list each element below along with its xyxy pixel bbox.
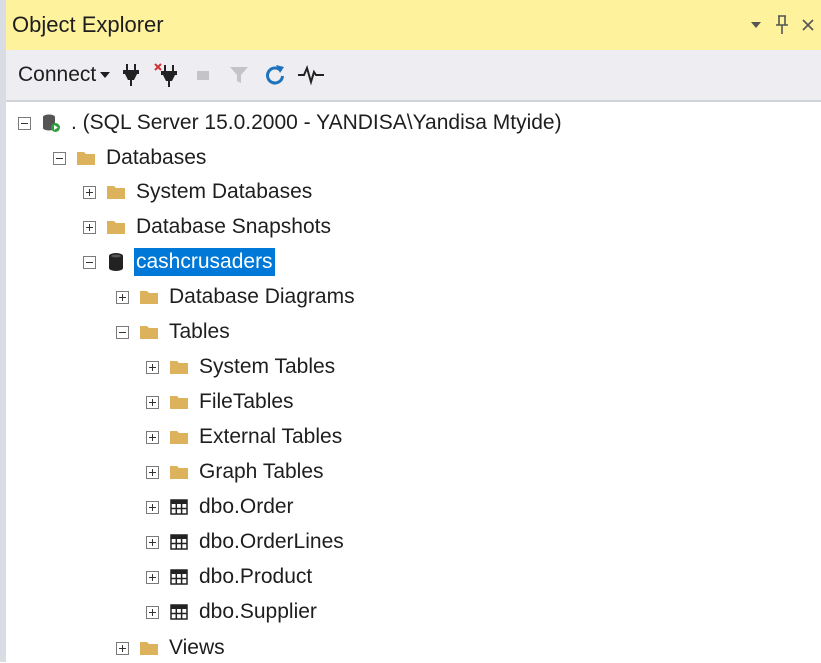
tree-node-database-snapshots[interactable]: Database Snapshots	[83, 212, 333, 242]
server-label: . (SQL Server 15.0.2000 - YANDISA\Yandis…	[71, 111, 562, 134]
close-button[interactable]	[795, 12, 821, 38]
expand-toggle[interactable]	[146, 360, 159, 374]
folder-icon	[168, 427, 190, 447]
folder-icon	[138, 322, 160, 342]
tree-node-dbo-supplier[interactable]: dbo.Supplier	[146, 597, 319, 627]
database-icon	[105, 252, 127, 272]
collapse-toggle[interactable]	[83, 255, 96, 269]
activity-monitor-icon	[298, 65, 325, 86]
table-icon	[168, 567, 190, 587]
table-icon	[168, 532, 190, 552]
external-tables-label: External Tables	[199, 425, 343, 448]
collapse-toggle[interactable]	[53, 151, 66, 165]
filter-button[interactable]	[224, 60, 254, 90]
server-icon	[40, 113, 62, 133]
tree-node-dbo-orderlines[interactable]: dbo.OrderLines	[146, 527, 346, 557]
graph-tables-label: Graph Tables	[199, 460, 324, 483]
tree-node-server[interactable]: . (SQL Server 15.0.2000 - YANDISA\Yandis…	[18, 108, 564, 138]
object-explorer-tree: . (SQL Server 15.0.2000 - YANDISA\Yandis…	[6, 102, 821, 662]
refresh-icon	[266, 65, 285, 85]
stop-icon	[197, 71, 210, 80]
stop-button[interactable]	[188, 60, 218, 90]
tree-node-filetables[interactable]: FileTables	[146, 387, 296, 417]
disconnect-plug-icon	[154, 63, 178, 87]
folder-icon	[168, 357, 190, 377]
tree-node-databases[interactable]: Databases	[53, 143, 208, 173]
databases-label: Databases	[106, 146, 207, 169]
panel-title: Object Explorer	[12, 12, 164, 37]
caret-down-icon	[100, 68, 111, 82]
folder-icon	[138, 287, 160, 307]
connect-plug-icon	[123, 64, 140, 86]
dbo-supplier-label: dbo.Supplier	[199, 600, 317, 623]
cashcrusaders-label: cashcrusaders	[134, 248, 275, 276]
system-tables-label: System Tables	[199, 355, 336, 378]
tree-node-tables[interactable]: Tables	[116, 317, 232, 347]
expand-toggle[interactable]	[116, 290, 129, 304]
tree-node-dbo-order[interactable]: dbo.Order	[146, 492, 296, 522]
object-explorer-title-bar: Object Explorer	[6, 0, 821, 50]
tree-node-system-tables[interactable]: System Tables	[146, 352, 337, 382]
expand-toggle[interactable]	[146, 605, 159, 619]
connect-label: Connect	[18, 63, 97, 86]
tree-node-views[interactable]: Views	[116, 633, 227, 663]
tree-node-external-tables[interactable]: External Tables	[146, 422, 344, 452]
tree-node-database-diagrams[interactable]: Database Diagrams	[116, 282, 357, 312]
connect-plug-button[interactable]	[116, 60, 146, 90]
expand-toggle[interactable]	[146, 500, 159, 514]
dbo-orderlines-label: dbo.OrderLines	[199, 530, 344, 553]
folder-icon	[105, 217, 127, 237]
expand-toggle[interactable]	[116, 641, 129, 655]
window-position-dropdown-button[interactable]	[743, 12, 769, 38]
tree-node-graph-tables[interactable]: Graph Tables	[146, 457, 326, 487]
dbo-product-label: dbo.Product	[199, 565, 313, 588]
tree-node-dbo-product[interactable]: dbo.Product	[146, 562, 314, 592]
refresh-button[interactable]	[260, 60, 290, 90]
table-icon	[168, 602, 190, 622]
expand-toggle[interactable]	[146, 430, 159, 444]
expand-toggle[interactable]	[146, 570, 159, 584]
collapse-toggle[interactable]	[116, 325, 129, 339]
dbo-order-label: dbo.Order	[199, 495, 294, 518]
folder-icon	[105, 182, 127, 202]
expand-toggle[interactable]	[83, 220, 96, 234]
collapse-toggle[interactable]	[18, 116, 31, 130]
tree-node-system-databases[interactable]: System Databases	[83, 177, 314, 207]
pin-icon	[776, 15, 788, 34]
folder-icon	[168, 462, 190, 482]
expand-toggle[interactable]	[146, 395, 159, 409]
folder-icon	[138, 638, 160, 658]
expand-toggle[interactable]	[146, 465, 159, 479]
system-databases-label: System Databases	[136, 180, 313, 203]
tables-label: Tables	[169, 320, 230, 343]
activity-monitor-button[interactable]	[296, 60, 326, 90]
database-diagrams-label: Database Diagrams	[169, 285, 355, 308]
panel-window-controls	[743, 12, 821, 38]
pin-button[interactable]	[769, 12, 795, 38]
folder-icon	[168, 392, 190, 412]
folder-icon	[75, 148, 97, 168]
expand-toggle[interactable]	[146, 535, 159, 549]
views-label: Views	[169, 636, 225, 659]
connect-dropdown-button[interactable]: Connect	[18, 63, 111, 87]
close-icon	[802, 19, 814, 31]
filter-icon	[230, 67, 249, 83]
tree-node-cashcrusaders[interactable]: cashcrusaders	[83, 247, 275, 277]
filetables-label: FileTables	[199, 390, 294, 413]
table-icon	[168, 497, 190, 517]
expand-toggle[interactable]	[83, 185, 96, 199]
database-snapshots-label: Database Snapshots	[136, 215, 331, 238]
object-explorer-toolbar: Connect	[6, 50, 821, 102]
disconnect-button[interactable]	[152, 60, 182, 90]
chevron-down-icon	[751, 22, 761, 28]
